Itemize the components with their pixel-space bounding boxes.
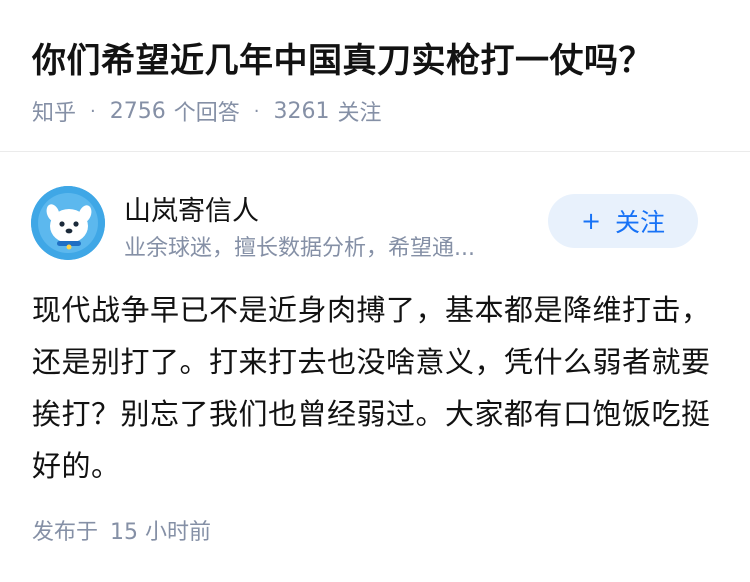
published-time: 15 小时前 [110, 520, 212, 545]
question-header: 你们希望近几年中国真刀实枪打一仗吗？ 知乎 · 2756 个回答 · 3261 … [0, 0, 750, 152]
follow-count: 3261 [273, 98, 330, 124]
author-name[interactable]: 山岚寄信人 [124, 189, 259, 228]
plus-icon: + [580, 207, 602, 235]
published-label: 发布于 [32, 520, 99, 545]
meta-separator: · [253, 100, 260, 122]
answer-content[interactable]: 现代战争早已不是近身肉搏了，基本都是降维打击，还是别打了。打来打去也没啥意义，凭… [32, 284, 712, 492]
meta-separator: · [90, 100, 96, 122]
answer-page: 你们希望近几年中国真刀实枪打一仗吗？ 知乎 · 2756 个回答 · 3261 … [0, 0, 750, 582]
source-label: 知乎 [32, 101, 77, 126]
answer-timestamp: 发布于 15 小时前 [32, 514, 211, 546]
author-bio: 业余球迷，擅长数据分析，希望通... [124, 236, 475, 261]
question-title[interactable]: 你们希望近几年中国真刀实枪打一仗吗？ [32, 33, 653, 82]
answer-count: 2756 [109, 98, 166, 124]
cartoon-dog-avatar-icon [31, 186, 105, 260]
follow-button-label: 关注 [615, 208, 666, 237]
follow-count-label: 关注 [337, 101, 382, 126]
follow-button[interactable]: + 关注 [548, 194, 698, 248]
answer-count-label: 个回答 [173, 101, 240, 126]
avatar[interactable] [31, 186, 105, 260]
question-meta: 知乎 · 2756 个回答 · 3261 关注 [32, 95, 382, 127]
